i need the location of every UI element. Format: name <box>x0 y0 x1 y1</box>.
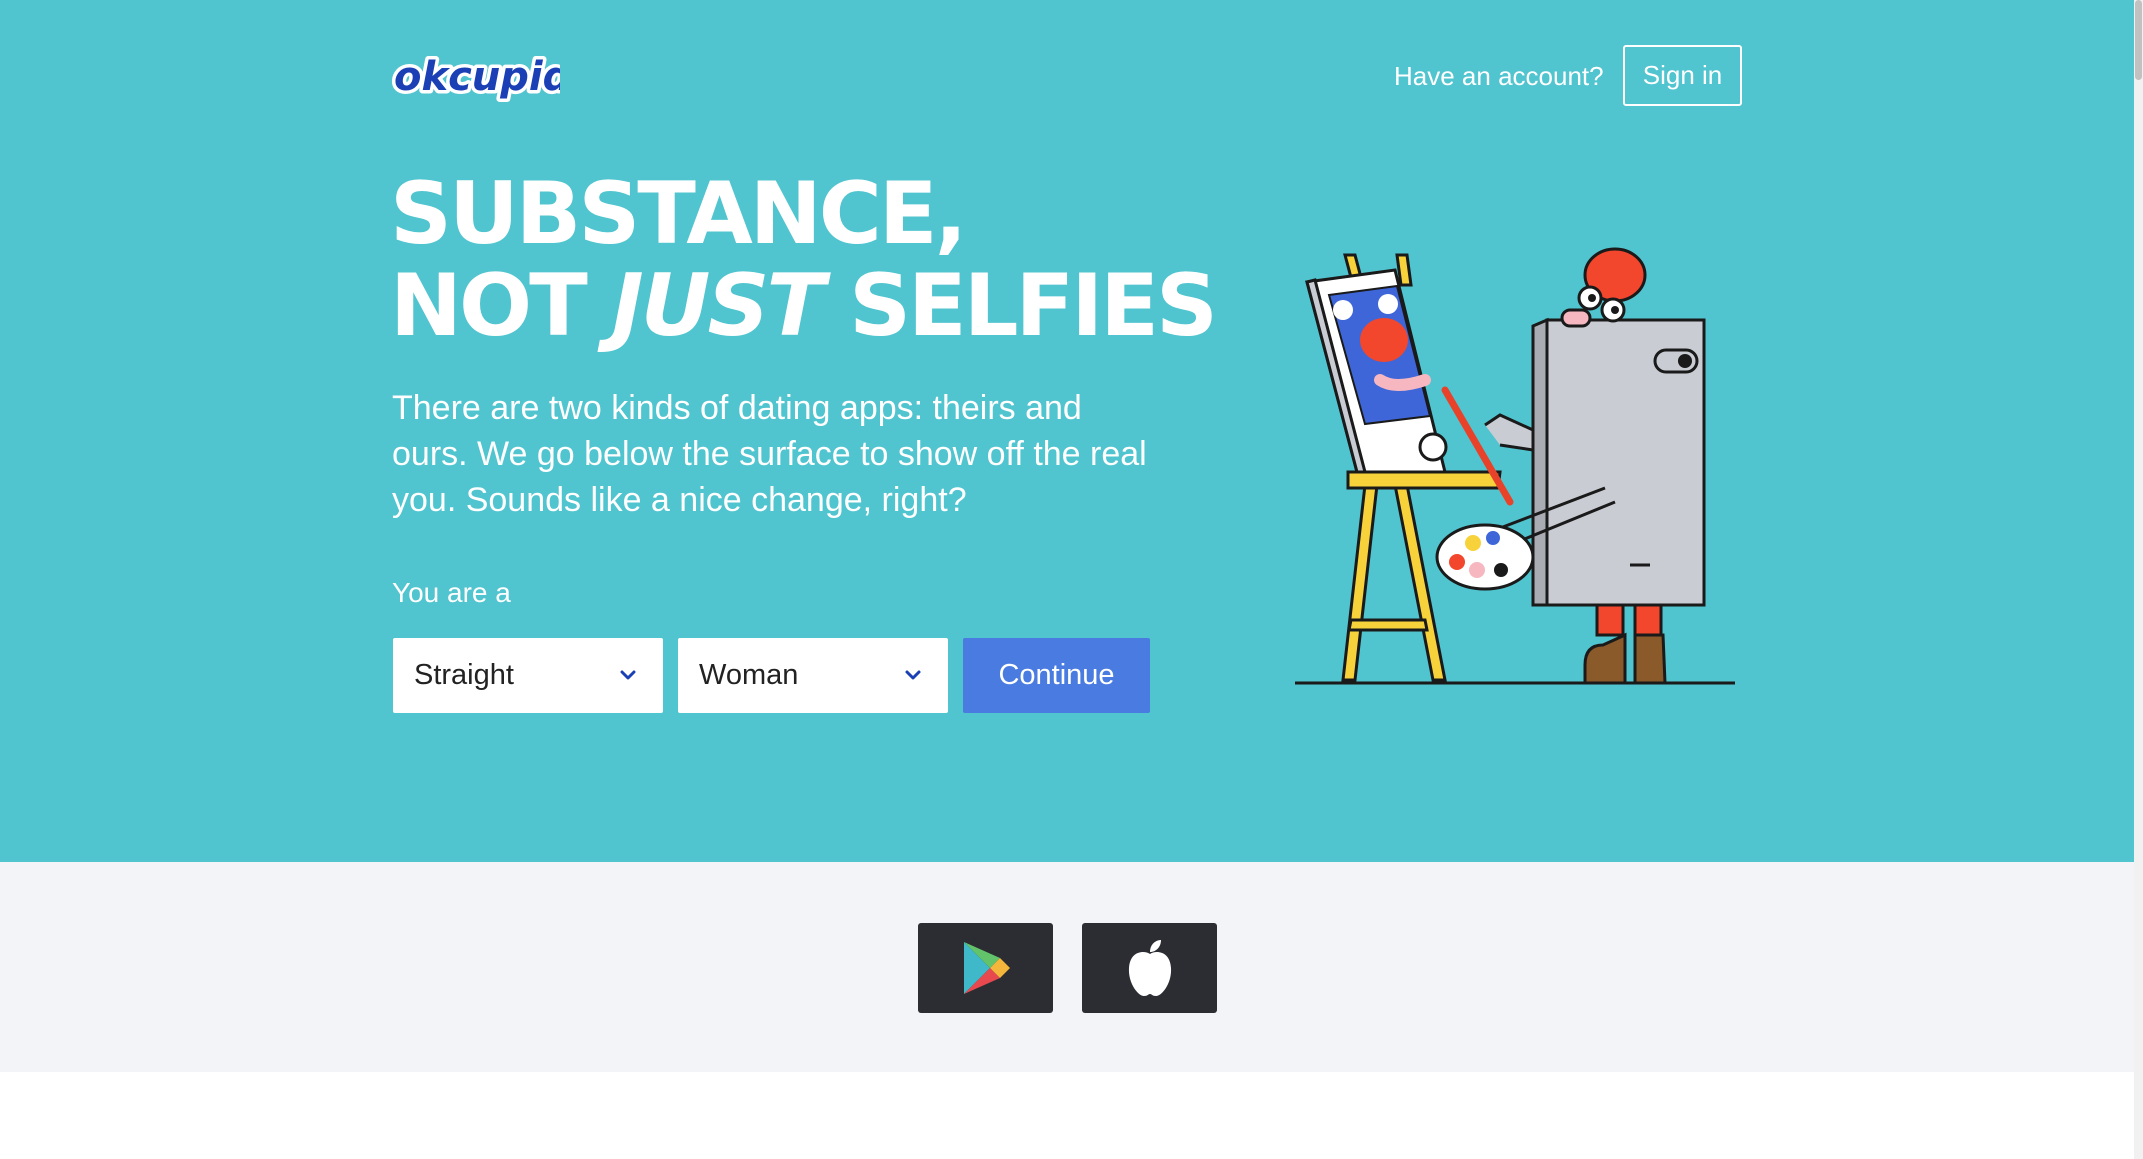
arm-upper <box>1484 413 1535 452</box>
have-account-text: Have an account? <box>1394 61 1604 91</box>
chevron-down-icon <box>905 670 921 680</box>
headline-not: NOT <box>390 256 612 356</box>
easel-canvas <box>1305 268 1448 474</box>
headline-line-2: NOT JUST SELFIES <box>390 260 1218 352</box>
orientation-value: Straight <box>414 659 514 691</box>
hero-subtext: There are two kinds of dating apps: thei… <box>392 389 1147 519</box>
painter-legs <box>1583 603 1667 685</box>
chevron-down-icon <box>620 670 636 680</box>
painter-head <box>1560 247 1647 328</box>
you-are-label: You are a <box>392 577 511 608</box>
page: okcupid okcupid Have an account? Sign in… <box>0 0 2143 1159</box>
painter-illustration <box>1295 247 1735 685</box>
continue-button[interactable]: Continue <box>963 638 1150 713</box>
headline-line-1: SUBSTANCE, <box>390 164 967 264</box>
logo-text: okcupid <box>394 54 560 100</box>
page-headline: SUBSTANCE, NOT JUST SELFIES <box>390 164 1218 352</box>
google-play-icon <box>963 942 1010 994</box>
gender-select[interactable]: Woman <box>678 638 948 713</box>
scrollbar-thumb[interactable] <box>2135 0 2142 80</box>
orientation-select[interactable]: Straight <box>393 638 663 713</box>
apple-icon <box>1128 940 1171 996</box>
okcupid-logo[interactable]: okcupid okcupid <box>390 48 561 110</box>
sign-in-button[interactable]: Sign in <box>1623 45 1742 106</box>
headline-just: JUST <box>611 256 825 356</box>
app-store-button[interactable] <box>1082 923 1217 1013</box>
headline-selfies: SELFIES <box>822 256 1218 356</box>
paint-palette <box>1435 523 1535 591</box>
app-download-strip <box>0 862 2134 1072</box>
gender-value: Woman <box>699 659 799 691</box>
hero-section: okcupid okcupid Have an account? Sign in… <box>0 0 2134 862</box>
scrollbar[interactable] <box>2134 0 2143 1159</box>
google-play-button[interactable] <box>918 923 1053 1013</box>
gray-panel <box>1531 317 1706 607</box>
